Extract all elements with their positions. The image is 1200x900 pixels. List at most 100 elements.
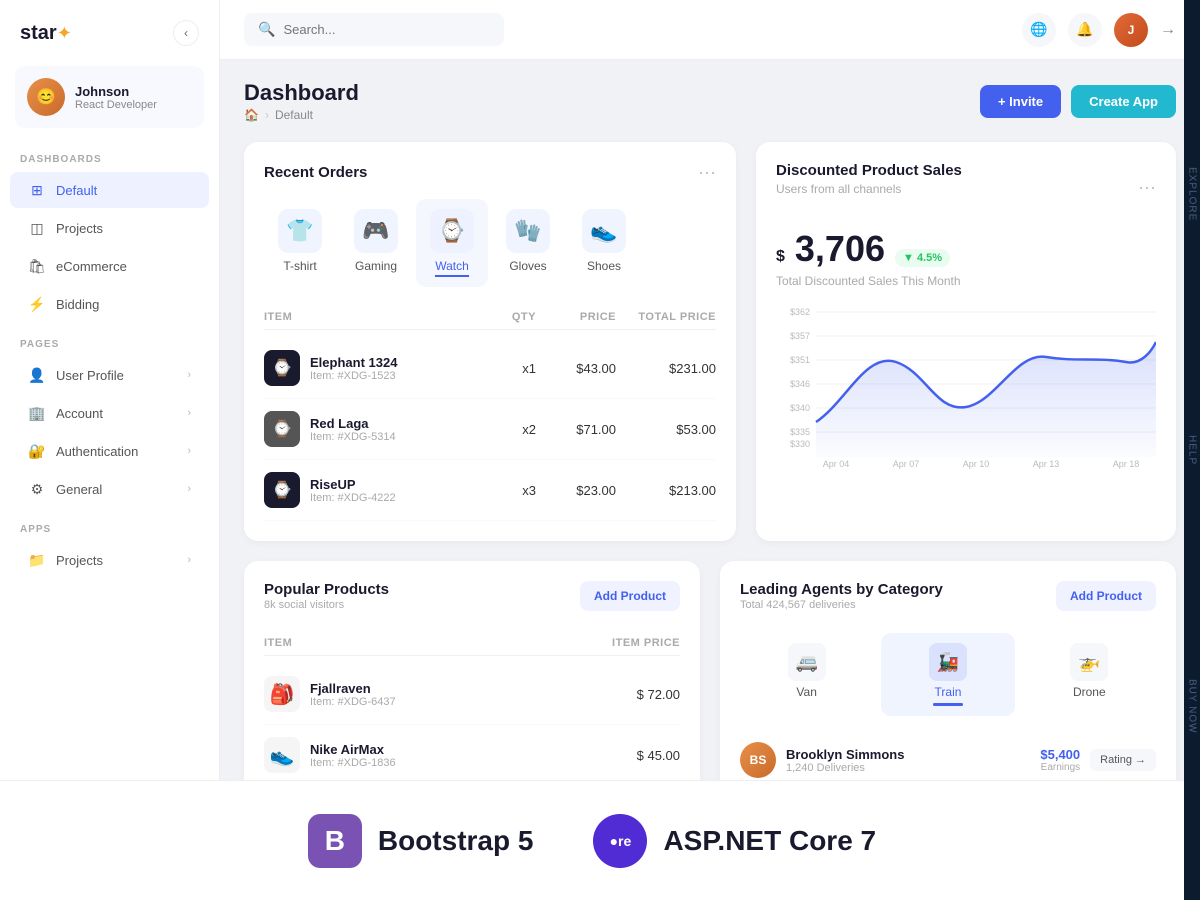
sales-subtitle: Users from all channels: [776, 182, 962, 196]
order-total: $213.00: [616, 483, 716, 498]
sidebar-item-user-profile[interactable]: 👤 User Profile ›: [10, 357, 209, 393]
sidebar-item-projects[interactable]: ◫ Projects: [10, 210, 209, 246]
col-price: ITEM PRICE: [580, 637, 680, 649]
user-name: Johnson: [75, 84, 157, 99]
svg-text:$330: $330: [790, 439, 810, 449]
sidebar-item-projects-app[interactable]: 📁 Projects ›: [10, 542, 209, 578]
cat-label-shoes: Shoes: [587, 259, 621, 273]
notification-icon[interactable]: 🔔: [1068, 13, 1102, 47]
menu-dots-icon[interactable]: ···: [698, 162, 716, 183]
col-price: PRICE: [536, 311, 616, 323]
page-title-area: Dashboard 🏠 › Default: [244, 80, 359, 122]
rating-button[interactable]: Rating →: [1090, 749, 1156, 771]
table-row: ⌚ RiseUP Item: #XDG-4222 x3 $23.00 $213.…: [264, 460, 716, 521]
cat-tab-tshirt[interactable]: 👕 T-shirt: [264, 199, 336, 287]
order-name: Red Laga: [310, 416, 396, 431]
product-name: Nike AirMax: [310, 742, 396, 757]
product-id: Item: #XDG-1836: [310, 757, 396, 769]
add-product-agent-button[interactable]: Add Product: [1056, 581, 1156, 611]
shoes-icon: 👟: [582, 209, 626, 253]
agents-subtitle: Total 424,567 deliveries: [740, 599, 943, 611]
logo: star✦: [20, 22, 72, 45]
cat-tab-gaming[interactable]: 🎮 Gaming: [340, 199, 412, 287]
main-content: 🔍 🌐 🔔 J → Dashboard 🏠 › Default + Invite: [220, 0, 1200, 900]
col-total: TOTAL PRICE: [616, 311, 716, 323]
product-name: Fjallraven: [310, 681, 396, 696]
add-product-button[interactable]: Add Product: [580, 581, 680, 611]
grid-icon: ⊞: [28, 181, 46, 199]
item-icon: ⌚: [264, 411, 300, 447]
topbar-right: 🌐 🔔 J →: [1022, 13, 1176, 47]
dashboards-section-label: DASHBOARDS: [0, 138, 219, 171]
card-header: Recent Orders ···: [264, 162, 716, 183]
col-item: ITEM: [264, 637, 580, 649]
bootstrap-item: B Bootstrap 5: [308, 814, 534, 868]
cat-tab-shoes[interactable]: 👟 Shoes: [568, 199, 640, 287]
sidebar-item-account[interactable]: 🏢 Account ›: [10, 395, 209, 431]
chevron-down-icon: ›: [187, 407, 191, 419]
products-table-header: ITEM ITEM PRICE: [264, 631, 680, 656]
content-area: Dashboard 🏠 › Default + Invite Create Ap…: [220, 60, 1200, 900]
svg-text:$346: $346: [790, 379, 810, 389]
collapse-sidebar-button[interactable]: ‹: [173, 20, 199, 46]
globe-icon[interactable]: 🌐: [1022, 13, 1056, 47]
menu-dots-icon[interactable]: ···: [1138, 177, 1156, 198]
sidebar-item-authentication[interactable]: 🔐 Authentication ›: [10, 433, 209, 469]
auth-icon: 🔐: [28, 442, 46, 460]
agent-earnings: $5,400 Earnings: [1040, 747, 1080, 773]
tab-indicator: [933, 703, 963, 706]
order-price: $23.00: [536, 483, 616, 498]
cat-label-tshirt: T-shirt: [283, 259, 316, 273]
topbar-avatar[interactable]: J: [1114, 13, 1148, 47]
order-id: Item: #XDG-5314: [310, 431, 396, 443]
explore-label[interactable]: Explore: [1187, 167, 1198, 221]
forward-arrow-icon[interactable]: →: [1160, 21, 1176, 39]
buy-now-label[interactable]: Buy now: [1187, 679, 1198, 734]
user-card: 😊 Johnson React Developer: [15, 66, 204, 128]
cat-label-watch: Watch: [435, 259, 469, 277]
sidebar-item-bidding[interactable]: ⚡ Bidding: [10, 286, 209, 322]
home-icon: 🏠: [244, 108, 259, 122]
search-box[interactable]: 🔍: [244, 13, 504, 46]
svg-text:Apr 13: Apr 13: [1033, 459, 1060, 469]
agent-tab-train[interactable]: 🚂 Train: [881, 633, 1014, 716]
invite-button[interactable]: + Invite: [980, 85, 1061, 118]
account-icon: 🏢: [28, 404, 46, 422]
sales-chart: $362 $357 $351 $346 $340 $335 $330: [776, 302, 1156, 472]
help-label[interactable]: Help: [1187, 435, 1198, 465]
sidebar-item-label: General: [56, 482, 102, 497]
agent-tab-drone[interactable]: 🚁 Drone: [1023, 633, 1156, 716]
col-qty: QTY: [476, 311, 536, 323]
sales-title: Discounted Product Sales: [776, 162, 962, 179]
create-app-button[interactable]: Create App: [1071, 85, 1176, 118]
sales-number: 3,706: [795, 228, 885, 270]
bootstrap-label: Bootstrap 5: [378, 825, 534, 857]
category-tabs: 👕 T-shirt 🎮 Gaming ⌚ Watch 🧤 Gloves: [264, 199, 716, 287]
cat-tab-gloves[interactable]: 🧤 Gloves: [492, 199, 564, 287]
topbar: 🔍 🌐 🔔 J →: [220, 0, 1200, 60]
gaming-icon: 🎮: [354, 209, 398, 253]
user-info: Johnson React Developer: [75, 84, 157, 111]
chevron-down-icon: ›: [187, 369, 191, 381]
agent-tab-van[interactable]: 🚐 Van: [740, 633, 873, 716]
aspnet-icon: ●re: [593, 814, 647, 868]
card-header: Discounted Product Sales Users from all …: [776, 162, 1156, 212]
sidebar-item-ecommerce[interactable]: 🛍 eCommerce: [10, 248, 209, 284]
search-input[interactable]: [283, 22, 490, 37]
bottom-overlay: B Bootstrap 5 ●re ASP.NET Core 7: [0, 780, 1184, 900]
aspnet-label: ASP.NET Core 7: [663, 825, 876, 857]
page-header: Dashboard 🏠 › Default + Invite Create Ap…: [244, 80, 1176, 122]
cat-label-gloves: Gloves: [509, 259, 546, 273]
sidebar-item-label: Default: [56, 183, 97, 198]
svg-text:$335: $335: [790, 427, 810, 437]
col-item: ITEM: [264, 311, 476, 323]
orders-table-header: ITEM QTY PRICE TOTAL PRICE: [264, 305, 716, 330]
sidebar-item-default[interactable]: ⊞ Default: [10, 172, 209, 208]
sidebar-item-general[interactable]: ⚙ General ›: [10, 471, 209, 507]
agent-avatar: BS: [740, 742, 776, 778]
tab-indicator: [1074, 703, 1104, 706]
agent-tabs: 🚐 Van 🚂 Train 🚁 Drone: [740, 633, 1156, 716]
cat-tab-watch[interactable]: ⌚ Watch: [416, 199, 488, 287]
order-qty: x2: [476, 422, 536, 437]
chevron-down-icon: ›: [187, 483, 191, 495]
